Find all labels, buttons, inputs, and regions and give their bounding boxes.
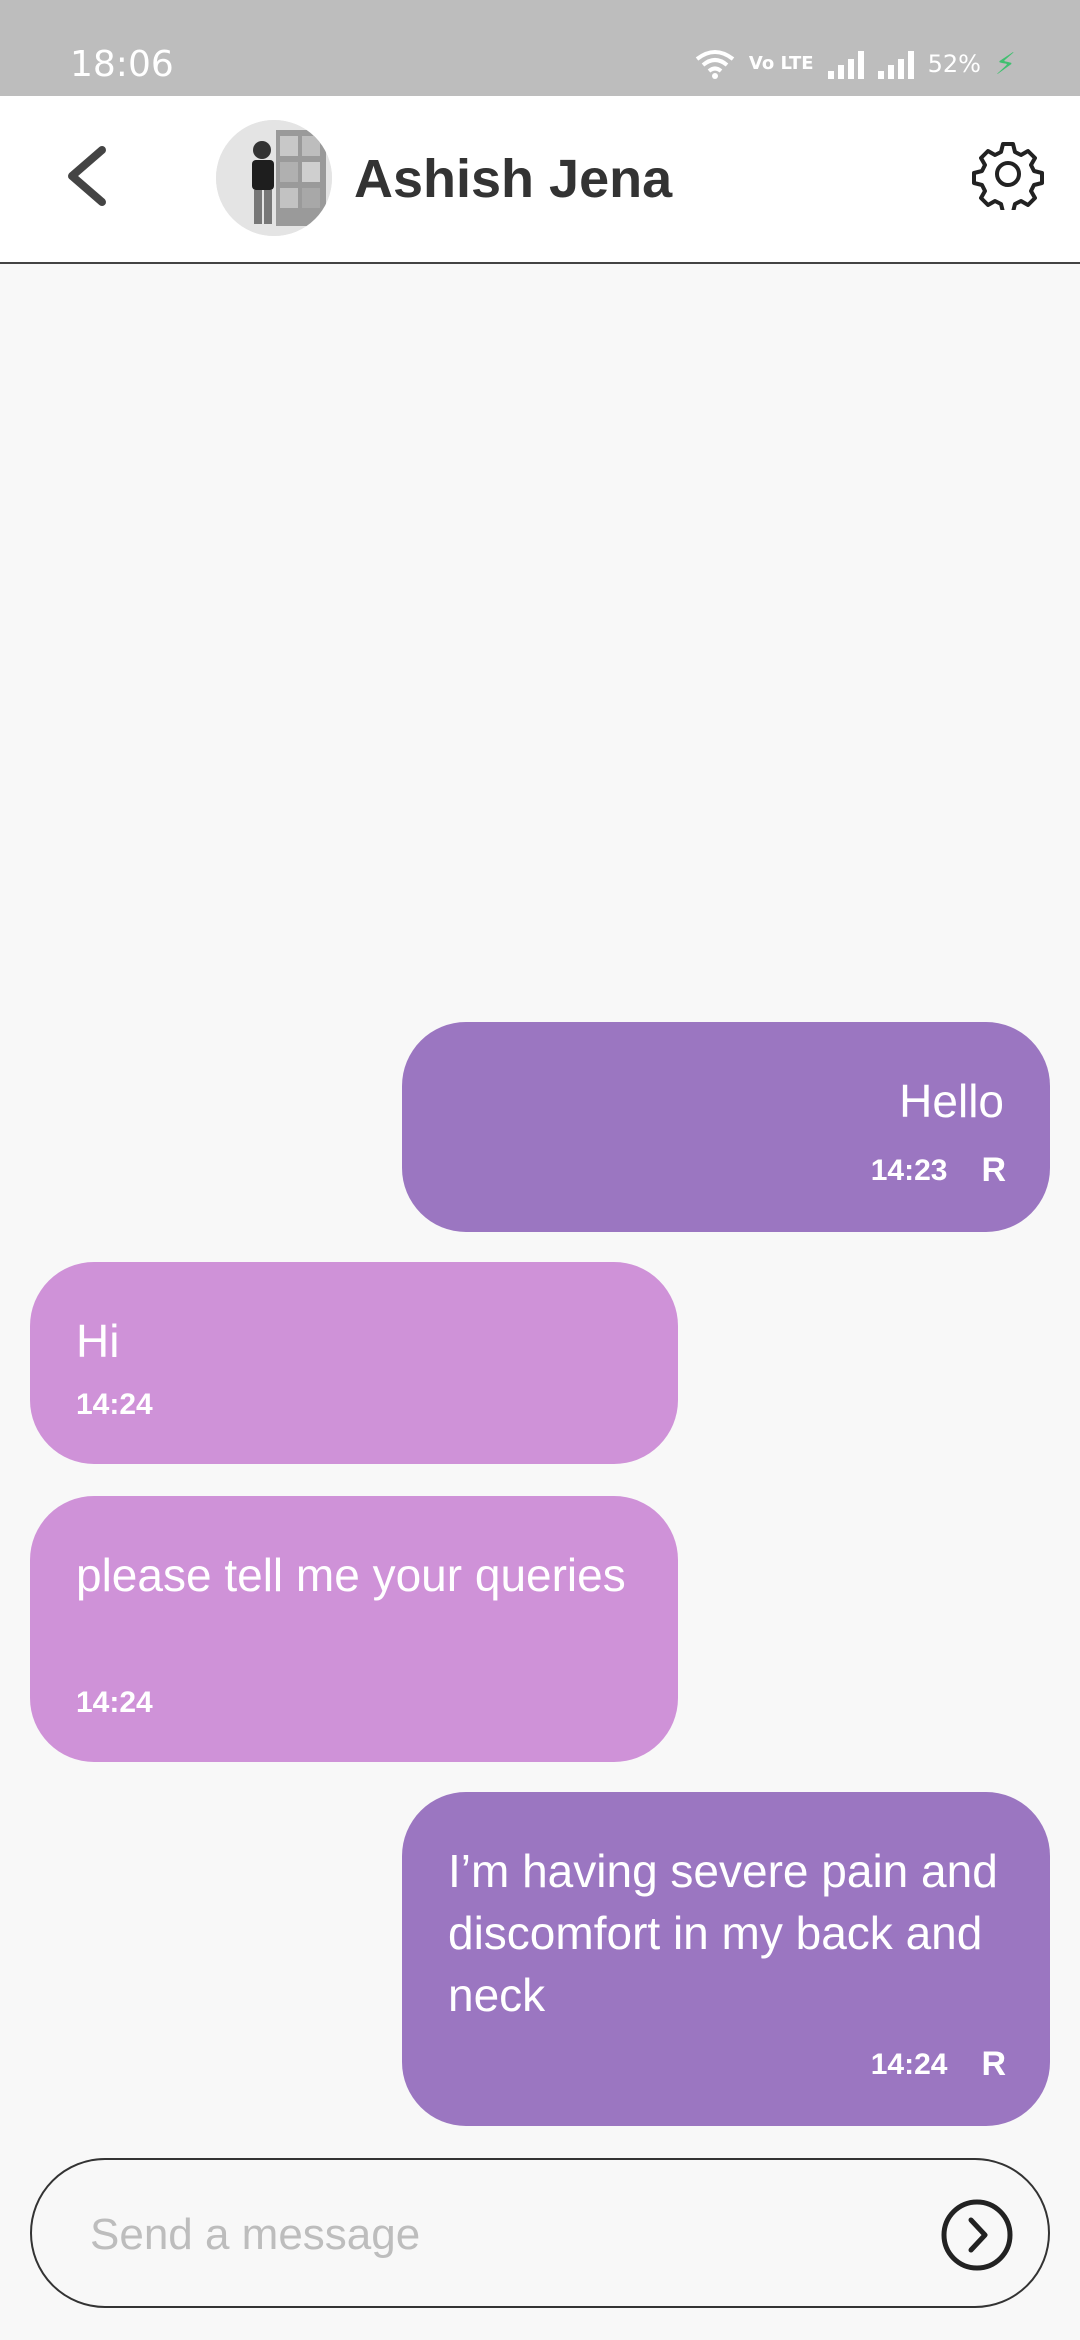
status-bar: 18:06 Vo LTE 52% ⚡ [0,0,1080,96]
message-text: I’m having severe pain and discomfort in… [448,1845,998,2021]
battery-level: 52% [927,50,981,78]
send-circle-arrow-icon [941,2199,1013,2271]
status-icons: Vo LTE 52% ⚡ [695,44,1016,84]
charging-bolt-icon: ⚡ [994,46,1016,82]
contact-name[interactable]: Ashish Jena [354,148,672,210]
message-bubble-incoming[interactable]: please tell me your queries 14:24 [30,1496,678,1762]
message-bubble-incoming[interactable]: Hi 14:24 [30,1262,678,1464]
avatar[interactable] [216,120,332,236]
message-bubble-outgoing[interactable]: I’m having severe pain and discomfort in… [402,1792,1050,2126]
settings-button[interactable] [972,138,1044,214]
back-button[interactable] [52,136,132,216]
read-receipt: R [981,2045,1006,2083]
signal-icon [827,49,864,79]
message-text: Hello [899,1075,1004,1127]
avatar-photo-icon [216,120,332,236]
message-list[interactable]: Hello 14:23 R Hi 14:24 please tell me yo… [0,266,1080,2146]
chat-header: Ashish Jena [0,96,1080,264]
message-time: 14:23 [870,1153,948,1187]
message-meta: 14:24 [76,1686,153,1720]
signal-icon-2 [877,49,914,79]
wifi-icon [695,50,735,79]
message-text: Hi [76,1315,120,1367]
chevron-left-icon [68,146,106,206]
status-time: 18:06 [70,44,174,85]
message-input[interactable] [90,2200,890,2270]
volte-indicator: Vo LTE [748,53,814,74]
message-time: 14:24 [76,1388,153,1421]
message-time: 14:24 [870,2047,948,2081]
message-meta: 14:23 R [871,1151,1006,1190]
message-text: please tell me your queries [76,1549,626,1601]
send-button[interactable] [940,2198,1014,2272]
read-receipt: R [981,1151,1006,1189]
message-meta: 14:24 R [871,2045,1006,2084]
message-composer [30,2158,1050,2308]
message-time: 14:24 [76,1686,153,1719]
gear-icon [972,142,1044,214]
message-meta: 14:24 [76,1388,153,1422]
message-bubble-outgoing[interactable]: Hello 14:23 R [402,1022,1050,1232]
